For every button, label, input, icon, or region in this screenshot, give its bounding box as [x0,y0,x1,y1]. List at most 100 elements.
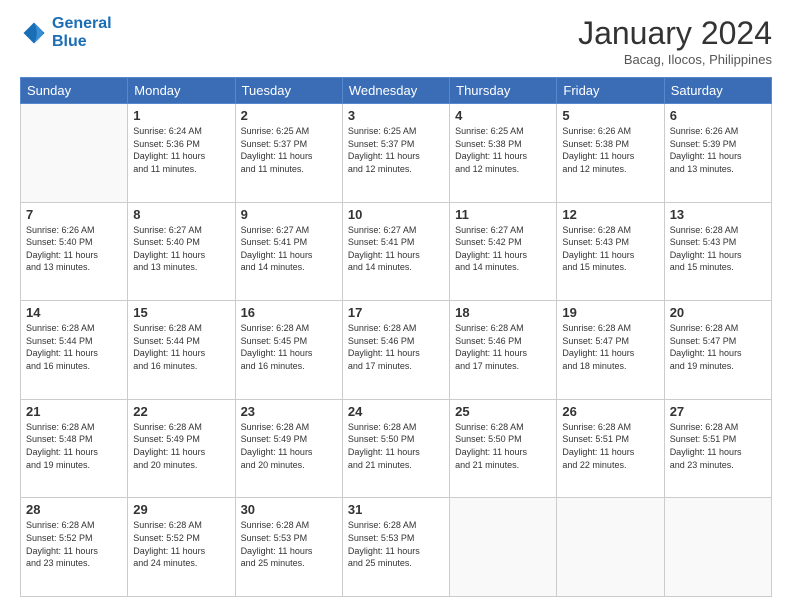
calendar-cell: 28 Sunrise: 6:28 AMSunset: 5:52 PMDayligh… [21,498,128,597]
calendar-cell: 26 Sunrise: 6:28 AMSunset: 5:51 PMDayligh… [557,399,664,498]
month-title: January 2024 [578,15,772,52]
calendar-cell: 20 Sunrise: 6:28 AMSunset: 5:47 PMDayligh… [664,301,771,400]
calendar-cell: 12 Sunrise: 6:28 AMSunset: 5:43 PMDayligh… [557,202,664,301]
calendar-cell: 3Sunrise: 6:25 AMSunset: 5:37 PMDaylight… [342,104,449,203]
calendar-cell: 25 Sunrise: 6:28 AMSunset: 5:50 PMDayligh… [450,399,557,498]
calendar-cell: 27 Sunrise: 6:28 AMSunset: 5:51 PMDayligh… [664,399,771,498]
day-number: 16 [241,305,337,320]
day-number: 18 [455,305,551,320]
calendar-cell: 21 Sunrise: 6:28 AMSunset: 5:48 PMDayligh… [21,399,128,498]
cell-content: Sunrise: 6:28 AMSunset: 5:50 PMDaylight:… [348,421,444,471]
cell-content: Sunrise: 6:26 AMSunset: 5:39 PMDaylight:… [670,125,766,175]
day-number: 31 [348,502,444,517]
calendar-day-header: Monday [128,78,235,104]
day-number: 2 [241,108,337,123]
cell-content: Sunrise: 6:28 AMSunset: 5:45 PMDaylight:… [241,322,337,372]
day-number: 9 [241,207,337,222]
cell-content: Sunrise: 6:26 AMSunset: 5:38 PMDaylight:… [562,125,658,175]
calendar-week-row: 21 Sunrise: 6:28 AMSunset: 5:48 PMDayligh… [21,399,772,498]
calendar-cell: 1Sunrise: 6:24 AMSunset: 5:36 PMDaylight… [128,104,235,203]
calendar-cell: 16 Sunrise: 6:28 AMSunset: 5:45 PMDayligh… [235,301,342,400]
calendar-cell: 23Sunrise: 6:28 AMSunset: 5:49 PMDayligh… [235,399,342,498]
title-section: January 2024 Bacag, Ilocos, Philippines [578,15,772,67]
logo-icon [20,19,48,47]
cell-content: Sunrise: 6:28 AMSunset: 5:52 PMDaylight:… [26,519,122,569]
calendar-day-header: Thursday [450,78,557,104]
day-number: 22 [133,404,229,419]
calendar-cell: 10 Sunrise: 6:27 AMSunset: 5:41 PMDayligh… [342,202,449,301]
calendar-cell: 13 Sunrise: 6:28 AMSunset: 5:43 PMDayligh… [664,202,771,301]
day-number: 30 [241,502,337,517]
day-number: 11 [455,207,551,222]
cell-content: Sunrise: 6:28 AMSunset: 5:46 PMDaylight:… [348,322,444,372]
calendar-cell: 2 Sunrise: 6:25 AMSunset: 5:37 PMDaylight… [235,104,342,203]
cell-content: Sunrise: 6:28 AMSunset: 5:53 PMDaylight:… [241,519,337,569]
cell-content: Sunrise: 6:28 AMSunset: 5:43 PMDaylight:… [562,224,658,274]
calendar-cell [664,498,771,597]
page: General Blue January 2024 Bacag, Ilocos,… [0,0,792,612]
calendar-day-header: Friday [557,78,664,104]
cell-content: Sunrise: 6:28 AMSunset: 5:49 PMDaylight:… [241,421,337,471]
cell-content: Sunrise: 6:27 AMSunset: 5:42 PMDaylight:… [455,224,551,274]
cell-content: Sunrise: 6:27 AMSunset: 5:40 PMDaylight:… [133,224,229,274]
day-number: 29 [133,502,229,517]
calendar-cell: 8 Sunrise: 6:27 AMSunset: 5:40 PMDaylight… [128,202,235,301]
day-number: 5 [562,108,658,123]
cell-content: Sunrise: 6:28 AMSunset: 5:48 PMDaylight:… [26,421,122,471]
calendar-cell: 18 Sunrise: 6:28 AMSunset: 5:46 PMDayligh… [450,301,557,400]
cell-content: Sunrise: 6:28 AMSunset: 5:44 PMDaylight:… [26,322,122,372]
calendar-cell: 29 Sunrise: 6:28 AMSunset: 5:52 PMDayligh… [128,498,235,597]
calendar-week-row: 1Sunrise: 6:24 AMSunset: 5:36 PMDaylight… [21,104,772,203]
calendar-day-header: Sunday [21,78,128,104]
day-number: 12 [562,207,658,222]
cell-content: Sunrise: 6:28 AMSunset: 5:47 PMDaylight:… [670,322,766,372]
cell-content: Sunrise: 6:28 AMSunset: 5:46 PMDaylight:… [455,322,551,372]
day-number: 25 [455,404,551,419]
calendar-cell: 17 Sunrise: 6:28 AMSunset: 5:46 PMDayligh… [342,301,449,400]
calendar-day-header: Tuesday [235,78,342,104]
cell-content: Sunrise: 6:28 AMSunset: 5:53 PMDaylight:… [348,519,444,569]
calendar-cell [557,498,664,597]
day-number: 8 [133,207,229,222]
day-number: 1 [133,108,229,123]
calendar-cell: 14 Sunrise: 6:28 AMSunset: 5:44 PMDayligh… [21,301,128,400]
day-number: 24 [348,404,444,419]
logo: General Blue [20,15,112,50]
cell-content: Sunrise: 6:28 AMSunset: 5:44 PMDaylight:… [133,322,229,372]
cell-content: Sunrise: 6:25 AMSunset: 5:37 PMDaylight:… [241,125,337,175]
day-number: 27 [670,404,766,419]
cell-content: Sunrise: 6:27 AMSunset: 5:41 PMDaylight:… [348,224,444,274]
day-number: 26 [562,404,658,419]
calendar-cell: 22Sunrise: 6:28 AMSunset: 5:49 PMDayligh… [128,399,235,498]
logo-text: General Blue [52,15,112,50]
calendar-cell: 19Sunrise: 6:28 AMSunset: 5:47 PMDayligh… [557,301,664,400]
calendar-cell: 30 Sunrise: 6:28 AMSunset: 5:53 PMDayligh… [235,498,342,597]
day-number: 10 [348,207,444,222]
day-number: 17 [348,305,444,320]
calendar-header-row: SundayMondayTuesdayWednesdayThursdayFrid… [21,78,772,104]
calendar-table: SundayMondayTuesdayWednesdayThursdayFrid… [20,77,772,597]
calendar-cell: 31 Sunrise: 6:28 AMSunset: 5:53 PMDayligh… [342,498,449,597]
day-number: 20 [670,305,766,320]
calendar-cell: 11 Sunrise: 6:27 AMSunset: 5:42 PMDayligh… [450,202,557,301]
day-number: 7 [26,207,122,222]
calendar-cell [21,104,128,203]
cell-content: Sunrise: 6:28 AMSunset: 5:51 PMDaylight:… [562,421,658,471]
cell-content: Sunrise: 6:28 AMSunset: 5:43 PMDaylight:… [670,224,766,274]
cell-content: Sunrise: 6:28 AMSunset: 5:50 PMDaylight:… [455,421,551,471]
day-number: 28 [26,502,122,517]
location: Bacag, Ilocos, Philippines [578,52,772,67]
calendar-week-row: 7 Sunrise: 6:26 AMSunset: 5:40 PMDaylight… [21,202,772,301]
cell-content: Sunrise: 6:26 AMSunset: 5:40 PMDaylight:… [26,224,122,274]
cell-content: Sunrise: 6:28 AMSunset: 5:51 PMDaylight:… [670,421,766,471]
calendar-cell: 4Sunrise: 6:25 AMSunset: 5:38 PMDaylight… [450,104,557,203]
calendar-day-header: Saturday [664,78,771,104]
cell-content: Sunrise: 6:28 AMSunset: 5:52 PMDaylight:… [133,519,229,569]
day-number: 14 [26,305,122,320]
cell-content: Sunrise: 6:27 AMSunset: 5:41 PMDaylight:… [241,224,337,274]
calendar-cell: 9 Sunrise: 6:27 AMSunset: 5:41 PMDaylight… [235,202,342,301]
day-number: 13 [670,207,766,222]
calendar-cell: 15Sunrise: 6:28 AMSunset: 5:44 PMDayligh… [128,301,235,400]
day-number: 21 [26,404,122,419]
calendar-cell: 7 Sunrise: 6:26 AMSunset: 5:40 PMDaylight… [21,202,128,301]
